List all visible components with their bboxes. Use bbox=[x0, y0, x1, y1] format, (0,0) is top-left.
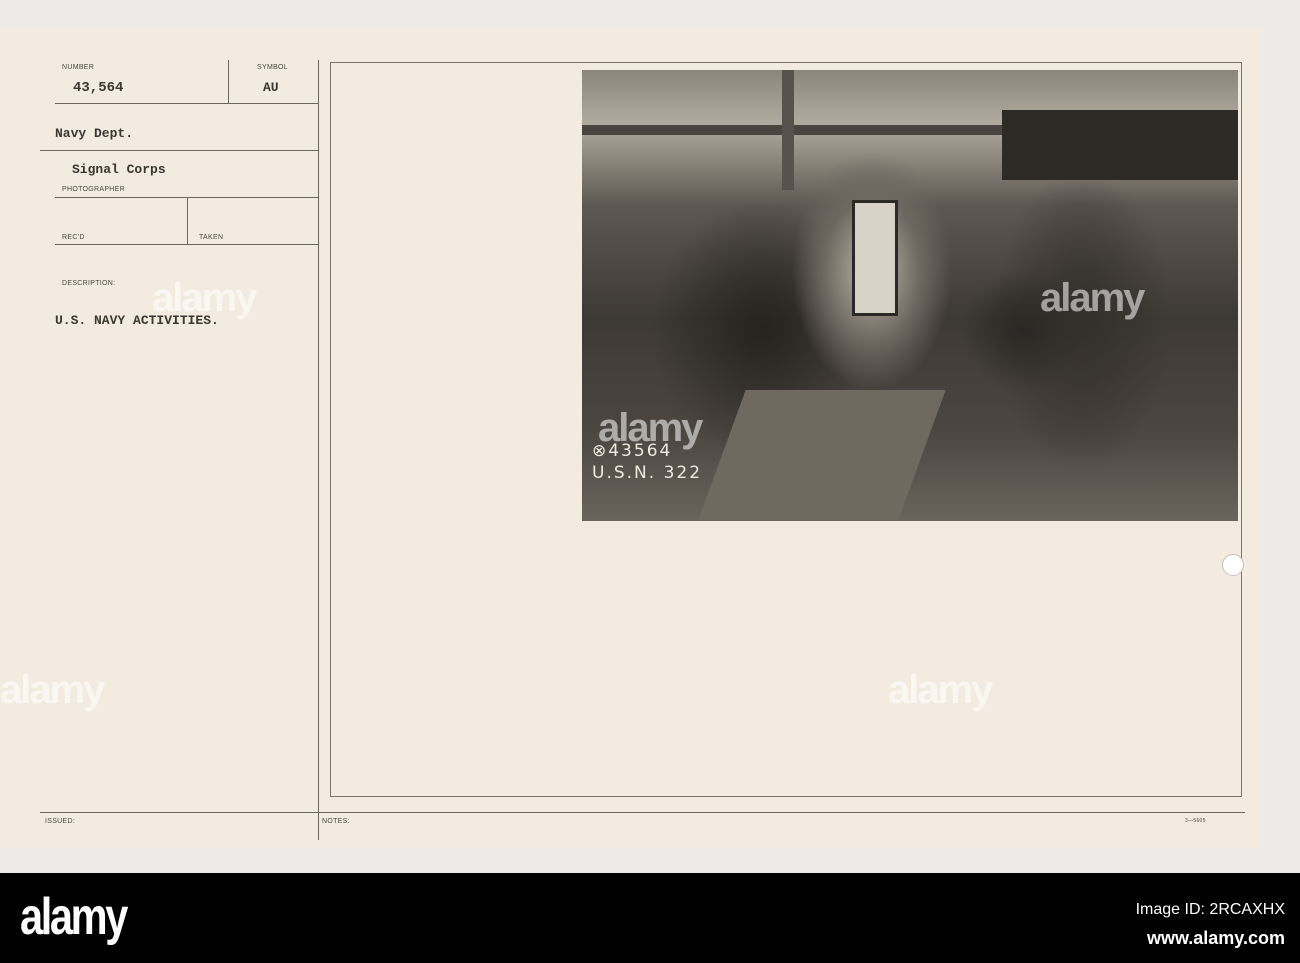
form-number: 3—5605 bbox=[1185, 818, 1206, 824]
number-value: 43,564 bbox=[73, 80, 124, 96]
photo-caption-code: U.S.N. 322 bbox=[592, 463, 703, 483]
taken-label: TAKEN bbox=[199, 234, 224, 241]
recd-label: REC'D bbox=[62, 234, 85, 241]
divider bbox=[40, 150, 318, 151]
issued-label: ISSUED: bbox=[45, 818, 76, 825]
number-label: NUMBER bbox=[62, 64, 95, 71]
symbol-label: SYMBOL bbox=[257, 64, 288, 71]
divider bbox=[228, 60, 229, 103]
divider bbox=[55, 244, 318, 245]
watermark: alamy bbox=[888, 668, 993, 712]
watermark: alamy bbox=[1040, 276, 1145, 320]
image-info: Image ID: 2RCAXHX www.alamy.com bbox=[1136, 895, 1285, 953]
watermark: alamy bbox=[152, 276, 257, 320]
column-divider bbox=[318, 60, 319, 840]
alamy-logo: alamy bbox=[20, 888, 128, 946]
image-id: Image ID: 2RCAXHX bbox=[1135, 901, 1285, 918]
site-url[interactable]: www.alamy.com bbox=[1136, 924, 1285, 953]
photographer-label: PHOTOGRAPHER bbox=[62, 186, 125, 193]
watermark: alamy bbox=[0, 668, 105, 712]
description-label: DESCRIPTION: bbox=[62, 280, 116, 287]
divider bbox=[187, 197, 188, 244]
divider bbox=[55, 103, 318, 104]
department: Navy Dept. bbox=[55, 126, 134, 141]
watermark: alamy bbox=[598, 406, 703, 450]
bottom-divider bbox=[40, 812, 1245, 813]
symbol-value: AU bbox=[263, 80, 279, 95]
punch-hole bbox=[1222, 554, 1244, 576]
unit: Signal Corps bbox=[72, 162, 166, 177]
footer-bar: alamy Image ID: 2RCAXHX www.alamy.com bbox=[0, 873, 1300, 963]
notes-label: NOTES: bbox=[322, 818, 350, 825]
